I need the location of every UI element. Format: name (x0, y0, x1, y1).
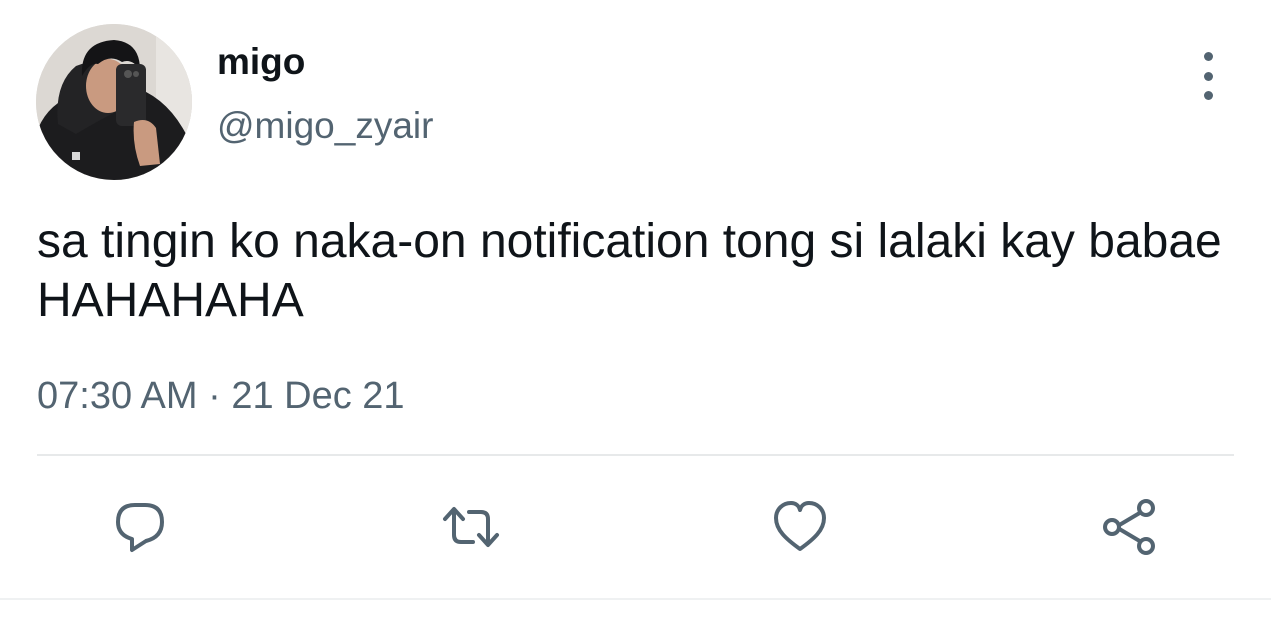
tweet-date: 21 Dec 21 (231, 375, 405, 417)
speech-bubble-icon (116, 503, 164, 552)
share-icon (1103, 499, 1155, 555)
tweet-text: sa tingin ko naka-on notification tong s… (37, 215, 1222, 327)
avatar-photo (36, 24, 192, 180)
more-dot-icon (1203, 52, 1213, 61)
more-options-button[interactable] (1190, 52, 1226, 100)
avatar[interactable] (36, 24, 192, 180)
divider (37, 454, 1234, 456)
timestamp-separator: · (208, 375, 221, 417)
more-dot-icon (1203, 91, 1213, 100)
author-handle[interactable]: @migo_zyair (217, 104, 433, 148)
bottom-divider (0, 598, 1271, 600)
more-dot-icon (1203, 71, 1213, 81)
tweet-timestamp[interactable]: 07:30 AM · 21 Dec 21 (37, 373, 405, 419)
like-button[interactable] (770, 497, 830, 557)
tweet-time: 07:30 AM (37, 375, 198, 417)
retweet-icon (443, 507, 499, 547)
reply-button[interactable] (110, 497, 170, 557)
retweet-button[interactable] (441, 497, 501, 557)
author-display-name[interactable]: migo (217, 40, 305, 84)
share-button[interactable] (1100, 497, 1160, 557)
heart-icon (774, 501, 826, 551)
